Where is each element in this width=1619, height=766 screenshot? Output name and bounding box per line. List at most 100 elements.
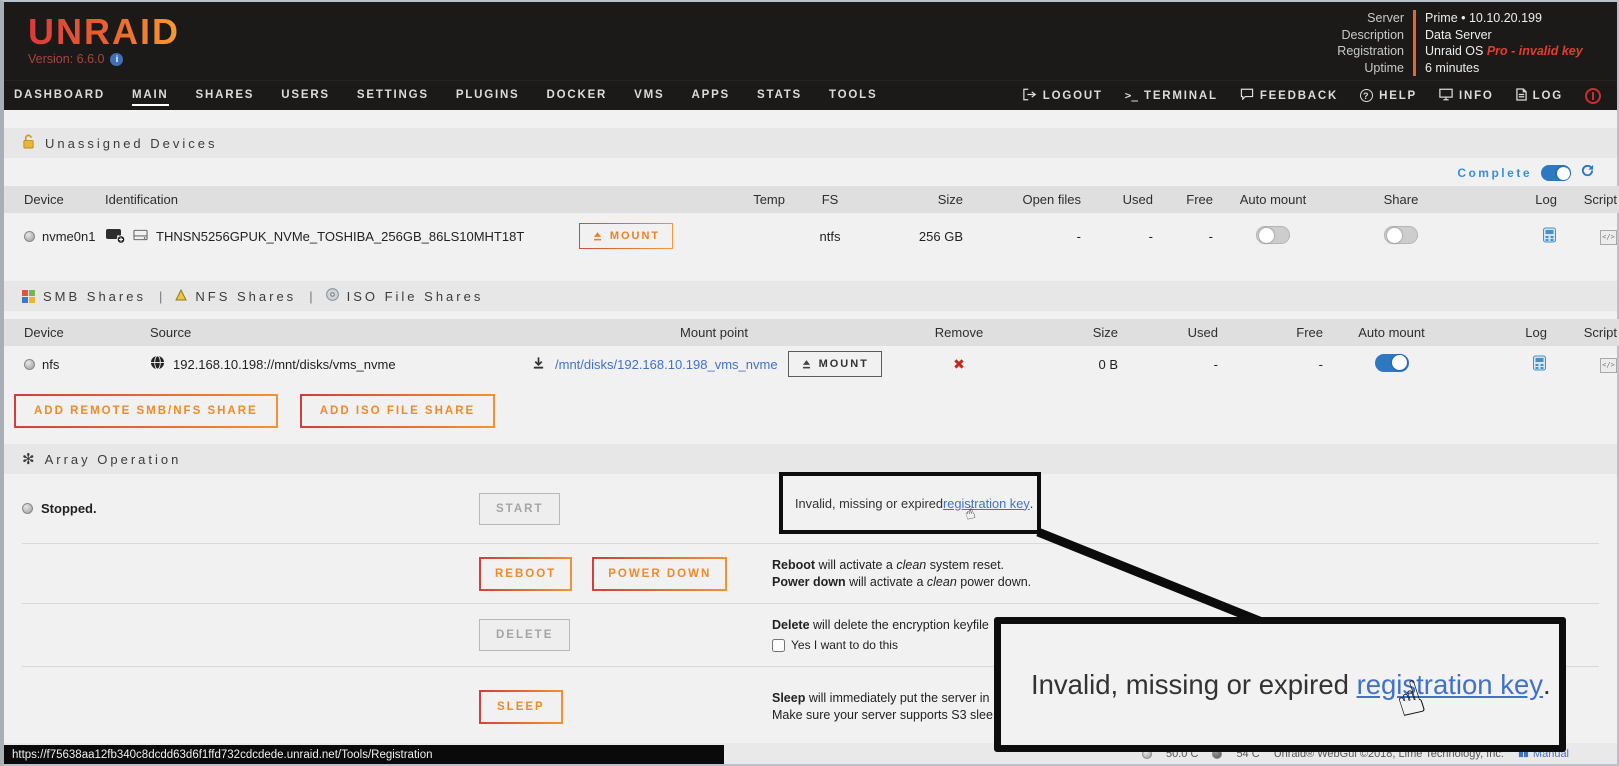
col-temp: Temp bbox=[701, 186, 791, 213]
cell-script: </> bbox=[1553, 346, 1619, 382]
col-script: Script bbox=[1563, 186, 1619, 213]
info-button[interactable]: INFO bbox=[1439, 88, 1494, 104]
device-status-icon bbox=[24, 231, 35, 242]
tab-nfs-shares[interactable]: NFS Shares bbox=[175, 289, 296, 304]
share-toggle[interactable] bbox=[1384, 226, 1418, 244]
table-header-row: Device Source Mount point Remove Size Us… bbox=[4, 319, 1619, 346]
mount-button[interactable]: MOUNT bbox=[579, 223, 673, 249]
col-fs: FS bbox=[791, 186, 869, 213]
add-remote-smb-nfs-share-button[interactable]: ADD REMOTE SMB/NFS SHARE bbox=[14, 394, 278, 428]
logout-icon bbox=[1023, 88, 1037, 104]
cell-log bbox=[1475, 213, 1563, 259]
cell-auto-mount bbox=[1219, 213, 1327, 259]
app-header: UNRAID Version: 6.6.0 i ServerPrime • 10… bbox=[4, 2, 1617, 80]
reboot-button[interactable]: REBOOT bbox=[479, 557, 572, 591]
section-title: Array Operation bbox=[45, 452, 182, 467]
uptime-label: Uptime bbox=[1312, 60, 1404, 77]
auto-mount-toggle[interactable] bbox=[1375, 354, 1409, 372]
remote-shares-header: SMB Shares | NFS Shares | ISO File Share… bbox=[4, 281, 1617, 311]
smb-windows-icon bbox=[22, 290, 35, 303]
callout-connector-line bbox=[1030, 524, 1270, 629]
unassigned-devices-header: Unassigned Devices bbox=[4, 128, 1617, 158]
add-iso-file-share-button[interactable]: ADD ISO FILE SHARE bbox=[300, 394, 495, 428]
cell-script: </> bbox=[1563, 213, 1619, 259]
server-label: Server bbox=[1312, 10, 1404, 27]
registration-key-link[interactable]: registration key bbox=[943, 496, 1030, 511]
tab-iso-file-shares[interactable]: ISO File Shares bbox=[326, 288, 484, 304]
case-power-icon[interactable] bbox=[1585, 88, 1601, 104]
nav-docker[interactable]: DOCKER bbox=[547, 85, 608, 106]
remove-share-button[interactable]: ✖ bbox=[953, 356, 965, 372]
cell-free: - bbox=[1224, 346, 1329, 382]
delete-confirm-label: Yes I want to do this bbox=[791, 637, 898, 654]
col-open-files: Open files bbox=[969, 186, 1087, 213]
auto-mount-toggle[interactable] bbox=[1256, 226, 1290, 244]
complete-toggle[interactable] bbox=[1541, 165, 1571, 181]
help-button[interactable]: ? HELP bbox=[1360, 89, 1417, 102]
device-identification[interactable]: THNSN5256GPUK_NVMe_TOSHIBA_256GB_86LS10M… bbox=[156, 229, 524, 244]
cell-mount-point: /mnt/disks/192.168.10.198_vms_nvme MOUNT bbox=[524, 346, 904, 382]
help-icon: ? bbox=[1360, 89, 1373, 102]
cell-device: nvme0n1 bbox=[4, 213, 99, 259]
info-icon bbox=[1439, 88, 1453, 104]
complete-label[interactable]: Complete bbox=[1457, 166, 1532, 180]
col-log: Log bbox=[1475, 186, 1563, 213]
tab-smb-shares[interactable]: SMB Shares bbox=[22, 289, 146, 304]
terminal-button[interactable]: >_ TERMINAL bbox=[1125, 89, 1218, 102]
array-operation-header: ✻ Array Operation bbox=[4, 444, 1617, 474]
version-info-icon[interactable]: i bbox=[110, 53, 123, 66]
logout-button[interactable]: LOGOUT bbox=[1023, 88, 1103, 104]
terminal-icon: >_ bbox=[1125, 89, 1138, 102]
description-label: Description bbox=[1312, 27, 1404, 44]
mount-button[interactable]: MOUNT bbox=[788, 351, 882, 377]
cell-identification: THNSN5256GPUK_NVMe_TOSHIBA_256GB_86LS10M… bbox=[99, 213, 551, 259]
uptime-value: 6 minutes bbox=[1413, 60, 1603, 77]
nav-shares[interactable]: SHARES bbox=[196, 85, 255, 106]
nav-stats[interactable]: STATS bbox=[757, 85, 802, 106]
zoom-callout-box: Invalid, missing or expired registration… bbox=[994, 617, 1566, 752]
delete-button[interactable]: DELETE bbox=[479, 619, 570, 651]
nav-vms[interactable]: VMS bbox=[634, 85, 664, 106]
nav-tools[interactable]: TOOLS bbox=[829, 85, 877, 106]
col-free: Free bbox=[1159, 186, 1219, 213]
device-log-icon[interactable] bbox=[1542, 227, 1557, 246]
cell-auto-mount bbox=[1329, 346, 1454, 382]
nav-apps[interactable]: APPS bbox=[692, 85, 731, 106]
eject-icon bbox=[592, 231, 603, 242]
col-auto-mount: Auto mount bbox=[1329, 319, 1454, 346]
share-log-icon[interactable] bbox=[1532, 355, 1547, 374]
nav-settings[interactable]: SETTINGS bbox=[357, 85, 429, 106]
server-value: Prime • 10.10.20.199 bbox=[1413, 10, 1603, 27]
feedback-icon bbox=[1240, 88, 1254, 103]
registration-key-link-zoomed[interactable]: registration key bbox=[1357, 669, 1543, 701]
col-script: Script bbox=[1553, 319, 1619, 346]
col-device: Device bbox=[4, 186, 99, 213]
cell-share bbox=[1327, 213, 1475, 259]
log-button[interactable]: LOG bbox=[1516, 88, 1563, 104]
nav-main[interactable]: MAIN bbox=[132, 85, 169, 106]
delete-confirm-checkbox[interactable] bbox=[772, 639, 785, 652]
drive-outline-icon bbox=[133, 229, 148, 244]
nav-dashboard[interactable]: DASHBOARD bbox=[14, 85, 105, 106]
registration-message-box: Invalid, missing or expired registration… bbox=[779, 472, 1041, 534]
device-script-icon[interactable]: </> bbox=[1600, 230, 1617, 245]
cell-open-files: - bbox=[969, 213, 1087, 259]
sleep-button[interactable]: SLEEP bbox=[479, 690, 563, 724]
col-remove: Remove bbox=[904, 319, 1014, 346]
nav-users[interactable]: USERS bbox=[281, 85, 330, 106]
power-down-button[interactable]: POWER DOWN bbox=[592, 557, 727, 591]
share-script-icon[interactable]: </> bbox=[1600, 358, 1617, 373]
cell-size: 256 GB bbox=[869, 213, 969, 259]
refresh-icon[interactable] bbox=[1580, 163, 1595, 183]
unassigned-devices-table: Device Identification Temp FS Size Open … bbox=[4, 186, 1619, 259]
feedback-button[interactable]: FEEDBACK bbox=[1240, 88, 1338, 103]
nav-plugins[interactable]: PLUGINS bbox=[456, 85, 520, 106]
cell-log bbox=[1454, 346, 1553, 382]
start-button[interactable]: START bbox=[479, 493, 560, 525]
cell-device: nfs bbox=[4, 346, 144, 382]
mount-point-link[interactable]: /mnt/disks/192.168.10.198_vms_nvme bbox=[555, 357, 778, 372]
tab-separator: | bbox=[159, 289, 162, 304]
disk-add-icon[interactable] bbox=[105, 226, 125, 247]
col-log: Log bbox=[1454, 319, 1553, 346]
complete-row: Complete bbox=[4, 160, 1617, 186]
